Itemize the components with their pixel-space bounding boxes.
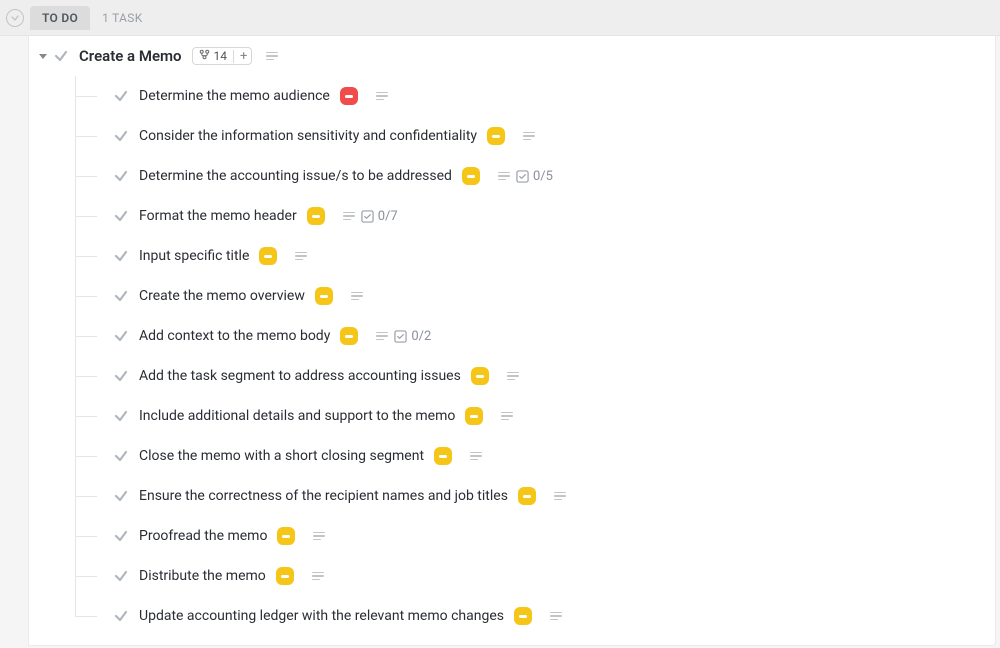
checklist-badge[interactable]: 0/7 [361, 209, 398, 224]
description-icon[interactable] [507, 372, 519, 381]
subtask-title[interactable]: Determine the accounting issue/s to be a… [139, 168, 452, 184]
checklist-count: 0/2 [411, 329, 431, 344]
subtask-row[interactable]: Add context to the memo body 0/2 [75, 316, 995, 356]
priority-flag-icon[interactable] [471, 367, 489, 385]
subtask-title[interactable]: Update accounting ledger with the releva… [139, 608, 504, 624]
priority-flag-icon[interactable] [434, 447, 452, 465]
checklist-count: 0/5 [533, 169, 553, 184]
complete-check-icon[interactable] [113, 168, 129, 184]
priority-flag-icon[interactable] [277, 527, 295, 545]
description-icon[interactable] [312, 572, 324, 581]
add-subtask-button[interactable]: + [233, 50, 247, 63]
subtask-row[interactable]: Ensure the correctness of the recipient … [75, 476, 995, 516]
subtask-row[interactable]: Input specific title [75, 236, 995, 276]
complete-check-icon[interactable] [113, 128, 129, 144]
subtask-row[interactable]: Consider the information sensitivity and… [75, 116, 995, 156]
description-icon[interactable] [501, 412, 513, 421]
subtask-row[interactable]: Proofread the memo [75, 516, 995, 556]
description-icon[interactable] [351, 292, 363, 301]
complete-check-icon[interactable] [113, 248, 129, 264]
subtask-row[interactable]: Determine the memo audience [75, 76, 995, 116]
parent-task-row[interactable]: Create a Memo 14 + [29, 36, 995, 76]
description-icon[interactable] [295, 252, 307, 261]
subtask-title[interactable]: Create the memo overview [139, 288, 305, 304]
collapse-caret-icon[interactable] [39, 54, 47, 59]
task-list: Create a Memo 14 + Determine the memo au… [28, 36, 996, 646]
description-icon[interactable] [266, 52, 278, 61]
complete-check-icon[interactable] [113, 528, 129, 544]
subtask-row[interactable]: Add the task segment to address accounti… [75, 356, 995, 396]
description-icon[interactable] [376, 332, 388, 341]
subtask-row[interactable]: Create the memo overview [75, 276, 995, 316]
complete-check-icon[interactable] [113, 368, 129, 384]
subtask-title[interactable]: Close the memo with a short closing segm… [139, 448, 424, 464]
complete-check-icon[interactable] [113, 608, 129, 624]
priority-flag-icon[interactable] [518, 487, 536, 505]
subtask-row[interactable]: Update accounting ledger with the releva… [75, 596, 995, 636]
checklist-count: 0/7 [378, 209, 398, 224]
description-icon[interactable] [498, 172, 510, 181]
description-icon[interactable] [313, 532, 325, 541]
branch-icon [199, 49, 210, 63]
priority-flag-icon[interactable] [307, 207, 325, 225]
subtask-title[interactable]: Consider the information sensitivity and… [139, 128, 477, 144]
complete-check-icon[interactable] [113, 488, 129, 504]
description-icon[interactable] [554, 492, 566, 501]
subtask-row[interactable]: Determine the accounting issue/s to be a… [75, 156, 995, 196]
complete-check-icon[interactable] [53, 48, 69, 64]
checklist-badge[interactable]: 0/5 [516, 169, 553, 184]
description-icon[interactable] [550, 612, 562, 621]
parent-task-title[interactable]: Create a Memo [79, 47, 182, 65]
subtask-title[interactable]: Format the memo header [139, 208, 297, 224]
complete-check-icon[interactable] [113, 408, 129, 424]
description-icon[interactable] [470, 452, 482, 461]
subtask-count-badge[interactable]: 14 + [192, 47, 253, 65]
checklist-badge[interactable]: 0/2 [394, 329, 431, 344]
description-icon[interactable] [523, 132, 535, 141]
status-chip[interactable]: TO DO [30, 6, 90, 30]
complete-check-icon[interactable] [113, 208, 129, 224]
subtask-title[interactable]: Proofread the memo [139, 528, 267, 544]
subtask-row[interactable]: Close the memo with a short closing segm… [75, 436, 995, 476]
subtask-title[interactable]: Determine the memo audience [139, 88, 330, 104]
subtask-row[interactable]: Distribute the memo [75, 556, 995, 596]
complete-check-icon[interactable] [113, 328, 129, 344]
subtask-title[interactable]: Ensure the correctness of the recipient … [139, 488, 508, 504]
subtask-title[interactable]: Distribute the memo [139, 568, 266, 584]
complete-check-icon[interactable] [113, 448, 129, 464]
priority-flag-icon[interactable] [315, 287, 333, 305]
description-icon[interactable] [343, 212, 355, 221]
priority-flag-icon[interactable] [340, 87, 358, 105]
priority-flag-icon[interactable] [259, 247, 277, 265]
priority-flag-icon[interactable] [462, 167, 480, 185]
subtask-title[interactable]: Input specific title [139, 248, 249, 264]
subtask-row[interactable]: Format the memo header 0/7 [75, 196, 995, 236]
priority-flag-icon[interactable] [340, 327, 358, 345]
subtask-row[interactable]: Include additional details and support t… [75, 396, 995, 436]
complete-check-icon[interactable] [113, 568, 129, 584]
status-circle-icon[interactable] [6, 9, 24, 27]
priority-flag-icon[interactable] [487, 127, 505, 145]
priority-flag-icon[interactable] [514, 607, 532, 625]
task-count-label: 1 TASK [102, 11, 142, 25]
subtask-title[interactable]: Add the task segment to address accounti… [139, 368, 461, 384]
description-icon[interactable] [376, 92, 388, 101]
complete-check-icon[interactable] [113, 88, 129, 104]
priority-flag-icon[interactable] [276, 567, 294, 585]
priority-flag-icon[interactable] [465, 407, 483, 425]
complete-check-icon[interactable] [113, 288, 129, 304]
subtask-count: 14 [214, 49, 228, 63]
page: TO DO 1 TASK Create a Memo 14 + [0, 0, 1000, 648]
status-header: TO DO 1 TASK [0, 0, 1000, 36]
subtask-list: Determine the memo audience Consider the… [29, 76, 995, 636]
subtask-title[interactable]: Add context to the memo body [139, 328, 330, 344]
subtask-title[interactable]: Include additional details and support t… [139, 408, 455, 424]
